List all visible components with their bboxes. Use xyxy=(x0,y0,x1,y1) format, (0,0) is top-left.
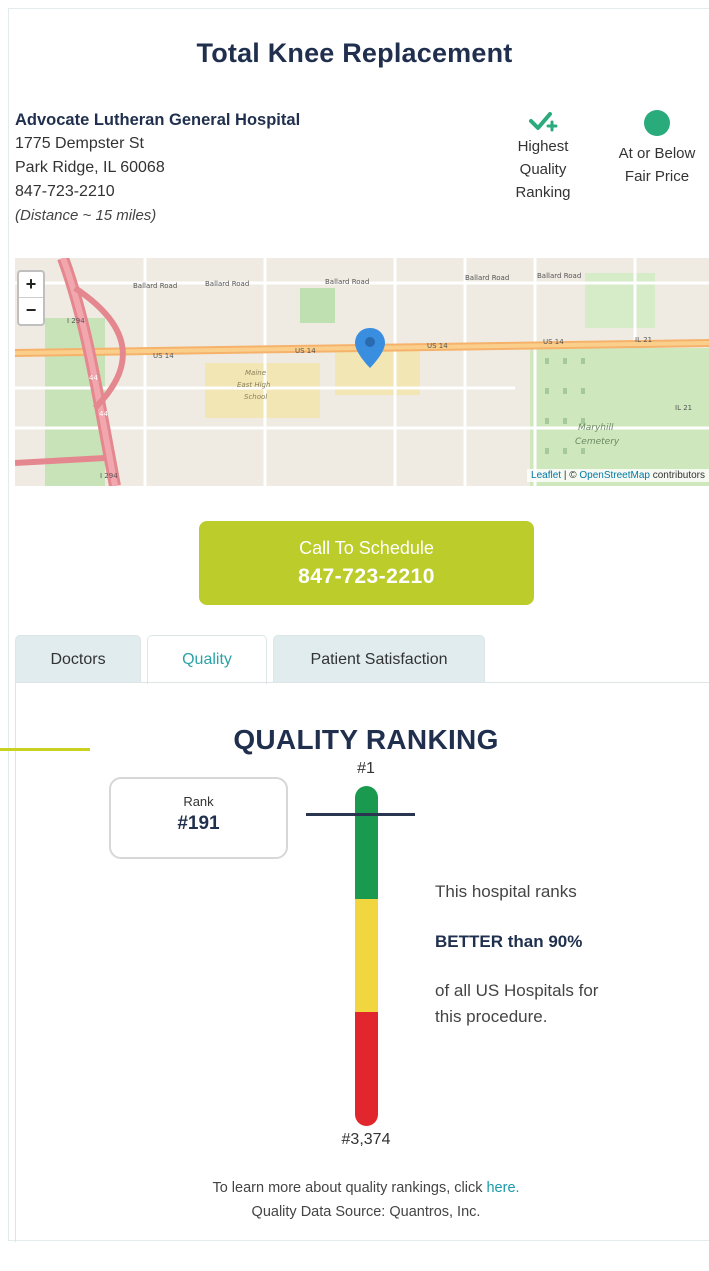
map-label-ballard-5: Ballard Road xyxy=(537,272,581,280)
check-plus-icon xyxy=(529,112,558,132)
learn-more-link[interactable]: here. xyxy=(486,1180,519,1196)
call-to-schedule-button[interactable]: Call To Schedule 847-723-2210 xyxy=(199,521,534,605)
tab-panel-border xyxy=(15,682,709,683)
hospital-phone: 847-723-2210 xyxy=(15,183,115,200)
map-label-i294-2: I 294 xyxy=(100,472,118,480)
rank-marker xyxy=(306,813,415,816)
map-label-ballard-4: Ballard Road xyxy=(465,274,509,282)
price-badge: At or Below Fair Price xyxy=(605,108,709,188)
tab-quality[interactable]: Quality xyxy=(147,635,267,684)
hospital-info: Advocate Lutheran General Hospital 1775 … xyxy=(15,108,300,228)
rank-scale-bar xyxy=(355,786,378,1126)
price-badge-line1: At or Below xyxy=(618,145,696,162)
zoom-in-button[interactable]: + xyxy=(19,272,43,298)
cta-phone: 847-723-2210 xyxy=(298,565,435,588)
map-label-school-2: East High xyxy=(237,381,270,389)
map-label-ballard-1: Ballard Road xyxy=(133,282,177,290)
zoom-out-button[interactable]: − xyxy=(19,298,43,324)
hospital-street: 1775 Dempster St xyxy=(15,135,144,152)
map-label-us14-2: US 14 xyxy=(295,347,316,355)
rank-box: Rank #191 xyxy=(109,777,288,859)
map-label-us14-3: US 14 xyxy=(427,342,448,350)
map-attribution: Leaflet | © OpenStreetMap contributors xyxy=(527,469,709,482)
map-label-il21-2: IL 21 xyxy=(675,404,692,412)
green-dot-icon xyxy=(644,110,670,136)
rank-value: #191 xyxy=(177,813,220,834)
rank-description-2: BETTER than 90% xyxy=(435,932,583,951)
rank-scale-top: #1 xyxy=(357,760,375,777)
attribution-tail: contributors xyxy=(649,470,705,481)
rank-scale-bottom: #3,374 xyxy=(341,1131,391,1148)
quality-badge-line2: Quality xyxy=(519,161,567,178)
data-source-text: Quality Data Source: Quantros, Inc. xyxy=(251,1204,481,1220)
map-zoom-control: + − xyxy=(17,270,45,326)
tab-patient-satisfaction[interactable]: Patient Satisfaction xyxy=(273,635,485,683)
hospital-city: Park Ridge, IL 60068 xyxy=(15,159,165,176)
quality-badge-line3: Ranking xyxy=(515,184,571,201)
scale-segment-yellow xyxy=(355,899,378,1012)
procedure-title: Total Knee Replacement xyxy=(196,38,513,68)
map-label-i44-1: 44 xyxy=(89,374,98,382)
map-label-i294-1: I 294 xyxy=(67,317,85,325)
map-label-school-3: School xyxy=(244,393,267,401)
rank-label: Rank xyxy=(183,794,214,809)
rank-description-1: This hospital ranks xyxy=(435,882,577,901)
hospital-name: Advocate Lutheran General Hospital xyxy=(15,111,301,129)
attribution-separator: | © xyxy=(561,470,580,481)
map-label-il21-1: IL 21 xyxy=(635,336,652,344)
scale-segment-green xyxy=(355,786,378,899)
scale-segment-red xyxy=(355,1012,378,1126)
quality-ranking-heading: QUALITY RANKING xyxy=(233,724,499,755)
quality-badge-line1: Highest xyxy=(517,138,569,155)
leaflet-link[interactable]: Leaflet xyxy=(531,470,561,481)
learn-more-text: To learn more about quality rankings, cl… xyxy=(0,1180,709,1196)
location-map[interactable]: Ballard Road Ballard Road Ballard Road B… xyxy=(15,258,709,486)
map-label-cemetery-1: Maryhill xyxy=(578,423,614,433)
osm-link[interactable]: OpenStreetMap xyxy=(579,470,650,481)
learn-more-prefix: To learn more about quality rankings, cl… xyxy=(212,1180,487,1196)
map-label-school-1: Maine xyxy=(245,369,266,377)
rank-description-3: of all US Hospitals for xyxy=(435,981,599,1000)
map-label-ballard-3: Ballard Road xyxy=(325,278,369,286)
map-label-us14-4: US 14 xyxy=(543,338,564,346)
map-label-us14-1: US 14 xyxy=(153,352,174,360)
map-label-ballard-2: Ballard Road xyxy=(205,280,249,288)
tab-panel-left-border xyxy=(15,682,16,1242)
map-label-cemetery-2: Cemetery xyxy=(575,437,620,447)
rank-description-4: this procedure. xyxy=(435,1007,548,1026)
price-badge-line2: Fair Price xyxy=(624,168,690,185)
map-label-i44-2: 44 xyxy=(99,410,108,418)
cta-label: Call To Schedule xyxy=(299,538,434,558)
tab-doctors[interactable]: Doctors xyxy=(15,635,141,683)
hospital-distance: (Distance ~ 15 miles) xyxy=(15,207,157,224)
quality-badge: Highest Quality Ranking xyxy=(500,108,586,204)
